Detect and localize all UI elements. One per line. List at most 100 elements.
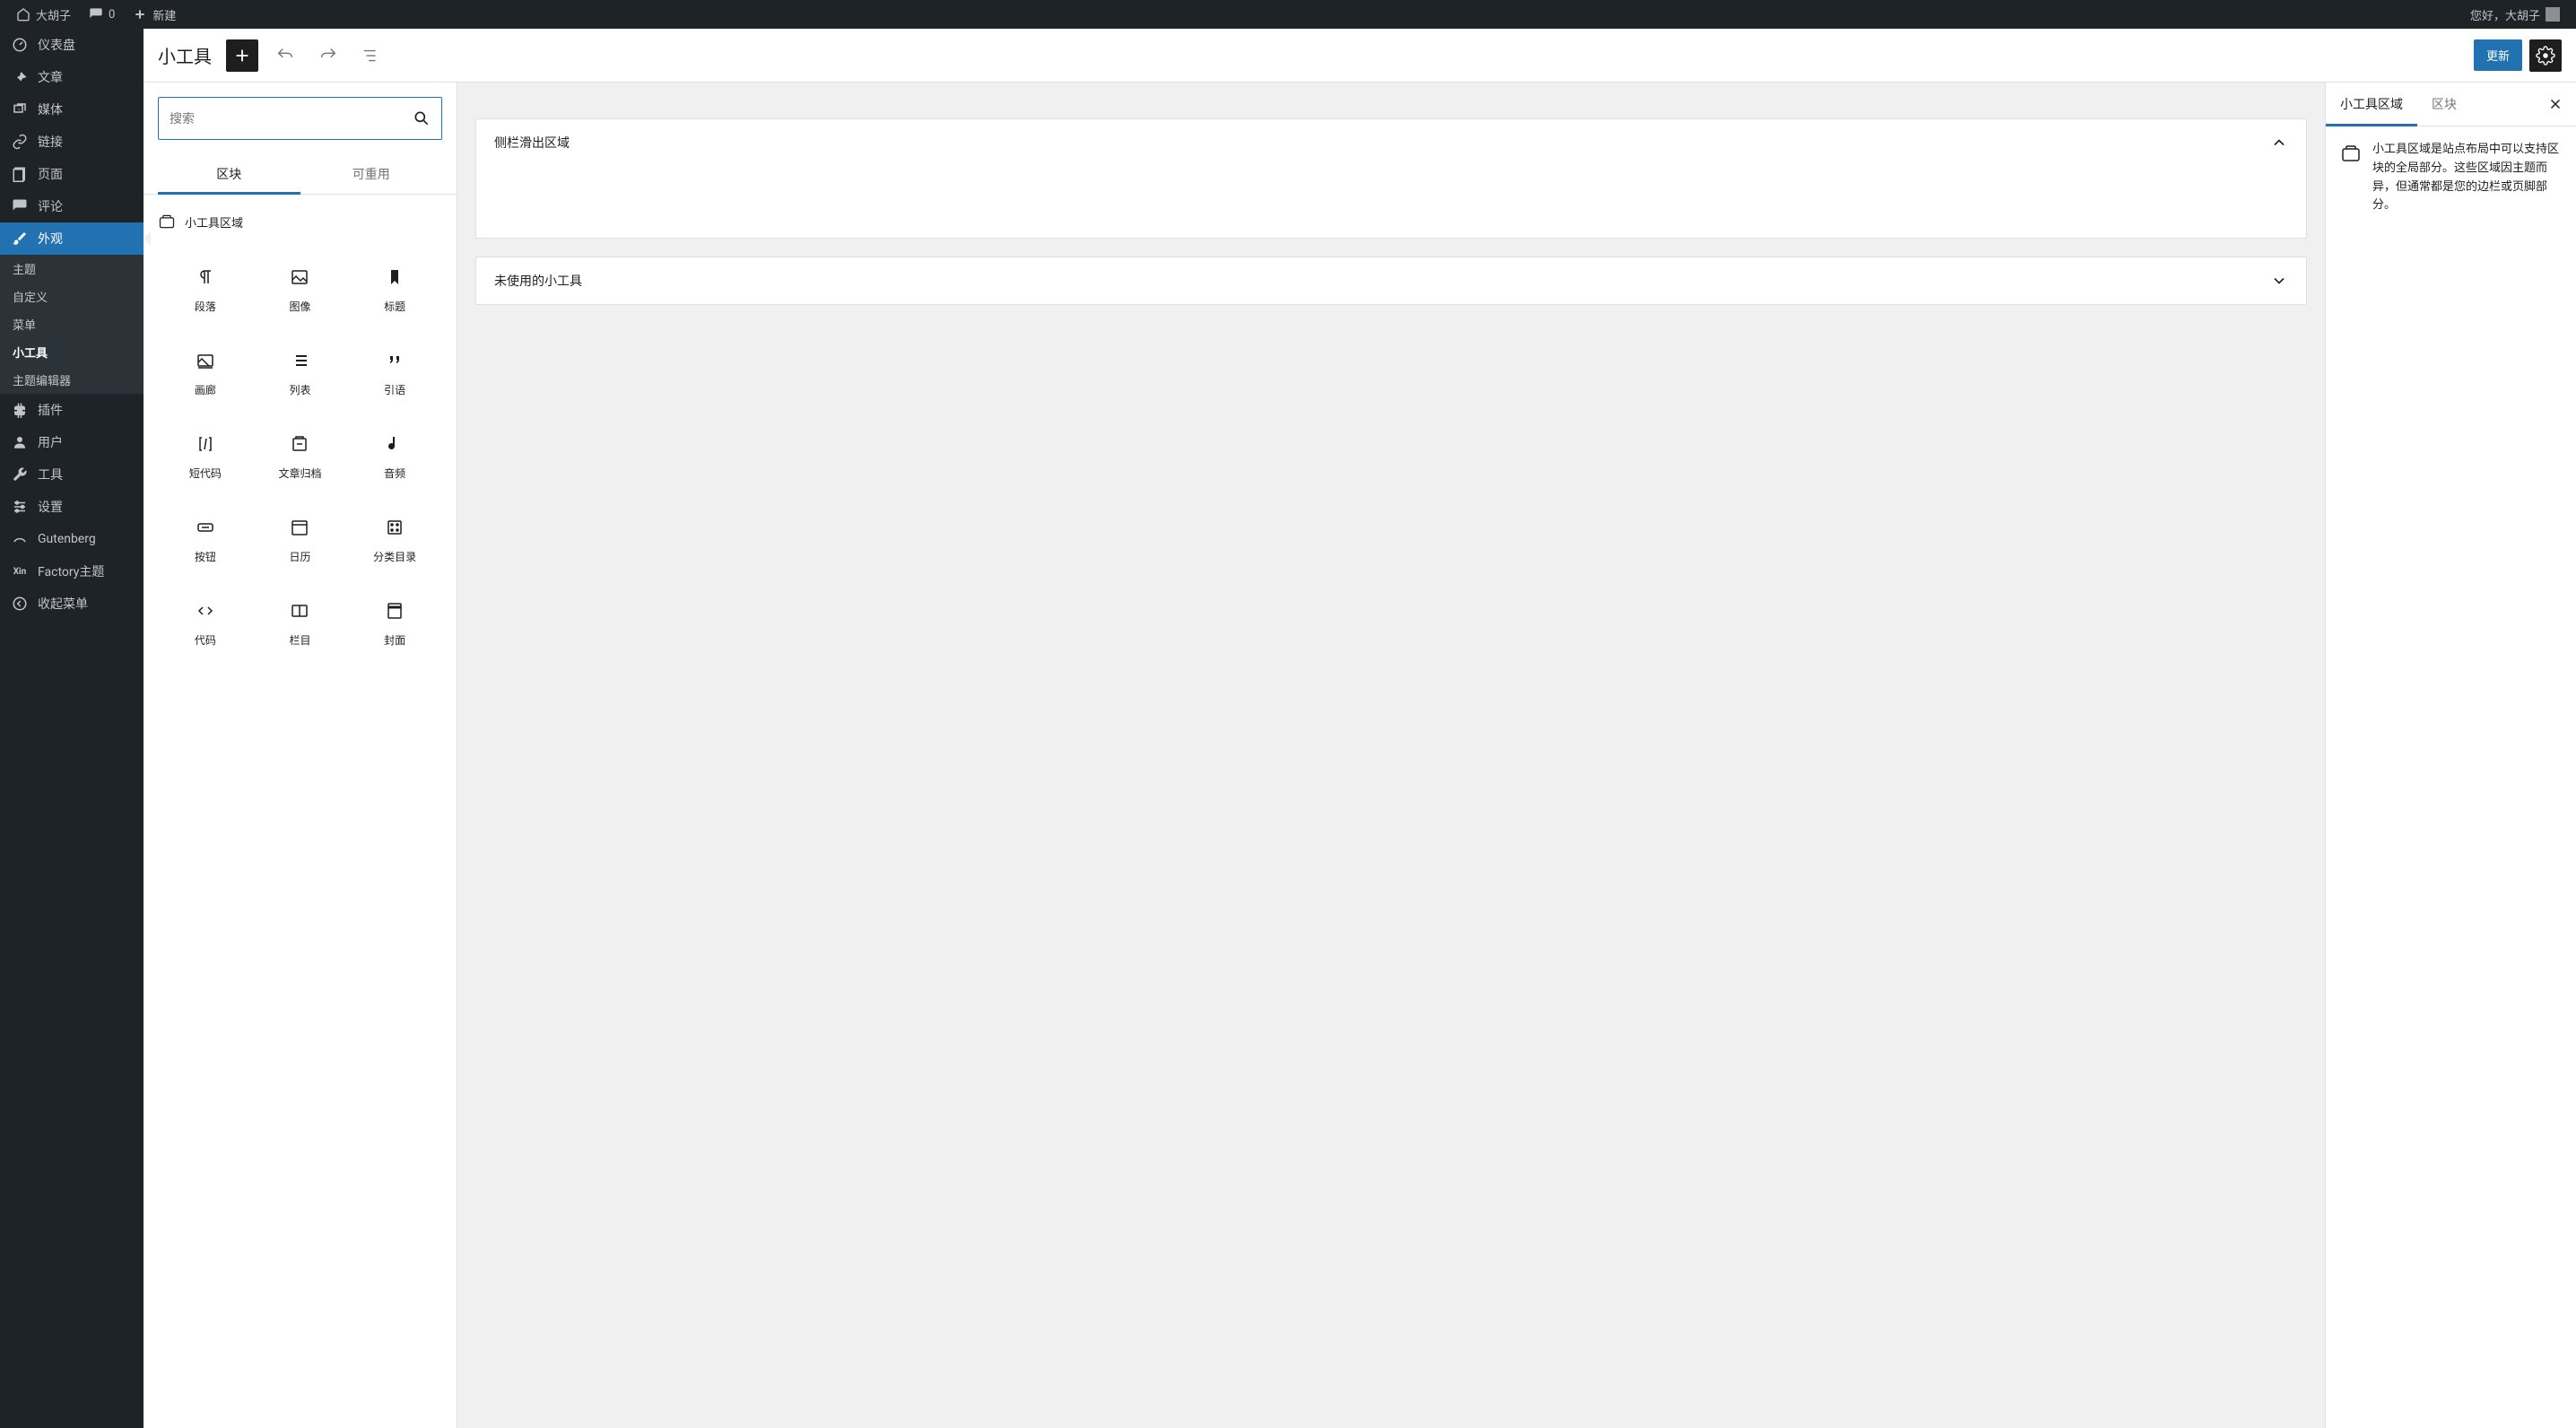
submenu-menus[interactable]: 菜单 bbox=[0, 310, 144, 338]
block-inserter-panel: 区块 可重用 小工具区域 段落 图像 标题 画廊 列表 引语 bbox=[144, 83, 457, 1428]
link-icon bbox=[11, 133, 29, 151]
block-paragraph[interactable]: 段落 bbox=[158, 248, 253, 332]
widget-area-header-1[interactable]: 侧栏滑出区域 bbox=[476, 119, 2306, 166]
sidebar-item-comments[interactable]: 评论 bbox=[0, 190, 144, 222]
admin-bar-user[interactable]: 您好，大胡子 bbox=[2461, 0, 2569, 29]
block-gallery[interactable]: 画廊 bbox=[158, 332, 253, 415]
sliders-icon bbox=[11, 498, 29, 516]
quote-icon bbox=[384, 350, 405, 371]
avatar bbox=[2546, 7, 2560, 22]
settings-toggle-button[interactable] bbox=[2529, 39, 2562, 72]
inserter-group-title: 小工具区域 bbox=[158, 209, 442, 234]
block-code[interactable]: 代码 bbox=[158, 582, 253, 666]
undo-button[interactable] bbox=[269, 39, 301, 72]
user-icon bbox=[11, 433, 29, 451]
sidebar-item-factory[interactable]: XinFactory主题 bbox=[0, 555, 144, 588]
redo-icon bbox=[318, 46, 338, 65]
gallery-icon bbox=[195, 350, 216, 371]
appearance-submenu: 主题 自定义 菜单 小工具 主题编辑器 bbox=[0, 255, 144, 394]
image-icon bbox=[289, 266, 310, 288]
block-columns[interactable]: 栏目 bbox=[253, 582, 348, 666]
submenu-widgets[interactable]: 小工具 bbox=[0, 338, 144, 366]
admin-bar-comments-count: 0 bbox=[109, 8, 115, 22]
add-block-button[interactable] bbox=[226, 39, 258, 72]
brush-icon bbox=[11, 230, 29, 248]
sidebar-item-plugins[interactable]: 插件 bbox=[0, 394, 144, 426]
button-icon bbox=[195, 517, 216, 538]
widget-area-header-2[interactable]: 未使用的小工具 bbox=[476, 257, 2306, 304]
settings-panel: 小工具区域 区块 小工具区域是站点布局中可以支持区块的全局部分。这些区域因主题而… bbox=[2325, 83, 2576, 1428]
submenu-customize[interactable]: 自定义 bbox=[0, 283, 144, 310]
sidebar-item-media[interactable]: 媒体 bbox=[0, 93, 144, 126]
settings-close-button[interactable] bbox=[2535, 96, 2576, 112]
admin-bar-site[interactable]: 大胡子 bbox=[7, 0, 80, 29]
sidebar-item-tools[interactable]: 工具 bbox=[0, 458, 144, 491]
tab-reusable[interactable]: 可重用 bbox=[300, 154, 443, 194]
search-input[interactable] bbox=[170, 111, 413, 126]
wrench-icon bbox=[11, 466, 29, 483]
settings-tab-areas[interactable]: 小工具区域 bbox=[2326, 83, 2417, 126]
list-icon bbox=[289, 350, 310, 371]
tab-blocks[interactable]: 区块 bbox=[158, 154, 300, 194]
sidebar-item-collapse[interactable]: 收起菜单 bbox=[0, 588, 144, 620]
widget-area-sidebar: 侧栏滑出区域 bbox=[475, 118, 2307, 239]
calendar-icon bbox=[289, 517, 310, 538]
submenu-themes[interactable]: 主题 bbox=[0, 255, 144, 283]
block-cover[interactable]: 封面 bbox=[347, 582, 442, 666]
block-shortcode[interactable]: 短代码 bbox=[158, 415, 253, 499]
block-archives[interactable]: 文章归档 bbox=[253, 415, 348, 499]
gutenberg-icon bbox=[11, 530, 29, 548]
page-title: 小工具 bbox=[158, 42, 212, 68]
widget-area-body-1[interactable] bbox=[476, 166, 2306, 238]
editor-header: 小工具 更新 bbox=[144, 29, 2576, 83]
search-icon bbox=[413, 109, 431, 127]
submenu-theme-editor[interactable]: 主题编辑器 bbox=[0, 366, 144, 394]
list-icon bbox=[361, 46, 381, 65]
paragraph-icon bbox=[195, 266, 216, 288]
admin-bar-site-name: 大胡子 bbox=[36, 6, 71, 23]
sidebar-item-pages[interactable]: 页面 bbox=[0, 158, 144, 190]
admin-bar-new[interactable]: 新建 bbox=[124, 0, 185, 29]
archive-icon bbox=[289, 433, 310, 455]
list-view-button[interactable] bbox=[355, 39, 387, 72]
pin-icon bbox=[11, 68, 29, 86]
block-image[interactable]: 图像 bbox=[253, 248, 348, 332]
sidebar-item-settings[interactable]: 设置 bbox=[0, 491, 144, 523]
block-quote[interactable]: 引语 bbox=[347, 332, 442, 415]
factory-icon: Xin bbox=[11, 562, 29, 580]
block-calendar[interactable]: 日历 bbox=[253, 499, 348, 582]
update-button[interactable]: 更新 bbox=[2474, 39, 2522, 71]
admin-bar-greeting: 您好，大胡子 bbox=[2470, 6, 2540, 23]
block-button[interactable]: 按钮 bbox=[158, 499, 253, 582]
plugin-icon bbox=[11, 401, 29, 419]
settings-tab-block[interactable]: 区块 bbox=[2417, 83, 2471, 126]
settings-description: 小工具区域是站点布局中可以支持区块的全局部分。这些区域因主题而异，但通常都是您的… bbox=[2372, 141, 2562, 215]
folder-icon bbox=[158, 213, 176, 231]
admin-bar: 大胡子 0 新建 您好，大胡子 bbox=[0, 0, 2576, 29]
page-icon bbox=[11, 165, 29, 183]
bookmark-icon bbox=[384, 266, 405, 288]
admin-bar-comments[interactable]: 0 bbox=[80, 0, 124, 29]
block-categories[interactable]: 分类目录 bbox=[347, 499, 442, 582]
collapse-icon bbox=[11, 595, 29, 613]
block-list[interactable]: 列表 bbox=[253, 332, 348, 415]
shortcode-icon bbox=[195, 433, 216, 455]
sidebar-item-gutenberg[interactable]: Gutenberg bbox=[0, 523, 144, 555]
sidebar-item-appearance[interactable]: 外观 bbox=[0, 222, 144, 255]
editor-main: 小工具 更新 bbox=[144, 29, 2576, 1428]
close-icon bbox=[2547, 96, 2563, 112]
redo-button[interactable] bbox=[312, 39, 344, 72]
sidebar-item-users[interactable]: 用户 bbox=[0, 426, 144, 458]
chevron-down-icon bbox=[2270, 272, 2288, 290]
inserter-tabs: 区块 可重用 bbox=[144, 154, 457, 195]
sidebar-item-links[interactable]: 链接 bbox=[0, 126, 144, 158]
media-icon bbox=[11, 100, 29, 118]
undo-icon bbox=[275, 46, 295, 65]
block-heading[interactable]: 标题 bbox=[347, 248, 442, 332]
categories-icon bbox=[384, 517, 405, 538]
sidebar-item-posts[interactable]: 文章 bbox=[0, 61, 144, 93]
columns-icon bbox=[289, 600, 310, 622]
sidebar-item-dashboard[interactable]: 仪表盘 bbox=[0, 29, 144, 61]
home-icon bbox=[16, 7, 30, 22]
block-audio[interactable]: 音频 bbox=[347, 415, 442, 499]
